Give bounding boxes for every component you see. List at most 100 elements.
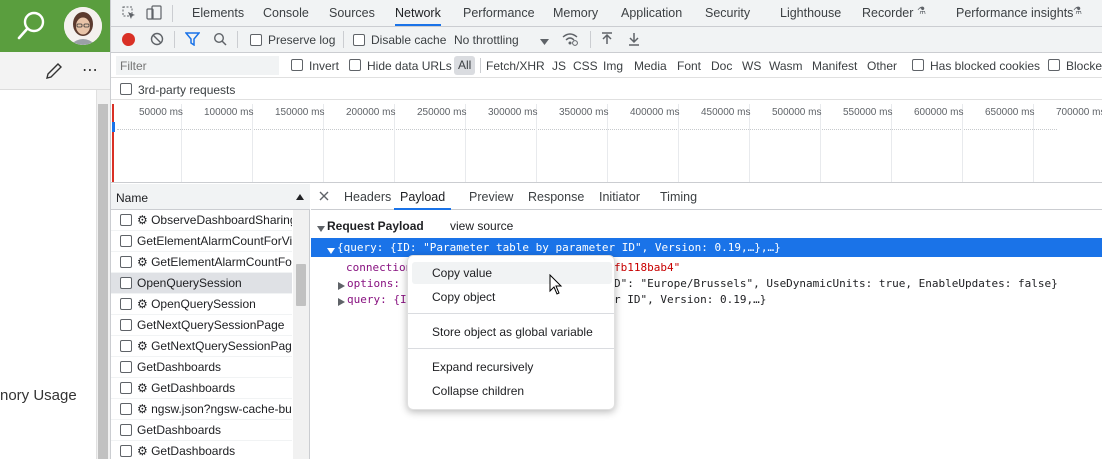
request-name: GetDashboards [137,360,222,374]
tab-security[interactable]: Security [705,0,750,26]
type-filter-css[interactable]: CSS [573,59,598,73]
request-list-scrollbar-thumb[interactable] [296,264,306,306]
type-filter-other[interactable]: Other [867,59,897,73]
timeline-tick: 250000 ms [417,107,467,118]
type-filter-ws[interactable]: WS [742,59,761,73]
type-filter-font[interactable]: Font [677,59,701,73]
sort-up-icon[interactable] [296,189,304,200]
type-filter-doc[interactable]: Doc [711,59,732,73]
payload-query-value[interactable]: r ID", Version: 0.19,…} [614,293,766,306]
triangle-down-icon[interactable] [327,244,335,254]
timeline-dotted-line [117,129,1057,130]
payload-query-key[interactable]: query: {I [347,293,407,306]
app-scrollbar-thumb[interactable] [98,104,108,459]
invert-checkbox[interactable] [291,59,303,71]
device-toolbar-icon[interactable] [146,5,162,21]
type-filter-js[interactable]: JS [552,59,566,73]
request-row[interactable]: ⚙ ngsw.json?ngsw-cache-bus [111,399,292,420]
blocked-requests-checkbox[interactable] [1048,59,1060,71]
request-row[interactable]: ⚙ GetNextQuerySessionPage [111,336,292,357]
context-menu-copy-value[interactable]: Copy value [432,266,492,280]
close-icon[interactable] [318,190,330,202]
type-filter-fetch-xhr[interactable]: Fetch/XHR [486,59,545,73]
tab-headers[interactable]: Headers [344,184,391,210]
throttling-select[interactable]: No throttling [454,33,519,47]
request-row[interactable]: ⚙ GetDashboards [111,378,292,399]
export-har-icon[interactable] [627,31,641,47]
hide-data-urls-label: Hide data URLs [367,59,452,73]
context-menu-collapse-children[interactable]: Collapse children [432,384,524,398]
has-blocked-cookies-checkbox[interactable] [912,59,924,71]
devtools-main-tabbar [111,0,1102,27]
type-filter-all[interactable]: All [454,56,476,75]
request-row[interactable]: GetElementAlarmCountForVie [111,231,292,252]
request-name: ⚙ GetElementAlarmCountFor [137,255,292,269]
request-row[interactable]: GetDashboards [111,357,292,378]
tab-initiator[interactable]: Initiator [599,184,640,210]
request-row-selected[interactable]: OpenQuerySession [111,273,292,294]
view-source-link[interactable]: view source [450,219,513,233]
context-menu-store-global[interactable]: Store object as global variable [432,325,593,339]
type-filter-manifest[interactable]: Manifest [812,59,857,73]
request-payload-title[interactable]: Request Payload [327,219,424,233]
tab-memory[interactable]: Memory [553,0,598,26]
triangle-down-icon[interactable] [317,222,325,232]
search-icon[interactable] [14,8,48,42]
request-row[interactable]: ⚙ GetDashboards [111,441,292,459]
payload-connection-value[interactable]: fb118bab4" [614,261,680,274]
tab-lighthouse[interactable]: Lighthouse [780,0,841,26]
payload-options-key[interactable]: options: [347,277,400,290]
tab-response[interactable]: Response [528,184,584,210]
request-row[interactable]: GetNextQuerySessionPage [111,315,292,336]
preserve-log-checkbox[interactable] [250,34,262,46]
request-row[interactable]: ⚙ GetElementAlarmCountFor [111,252,292,273]
request-row[interactable]: ⚙ OpenQuerySession [111,294,292,315]
tab-elements[interactable]: Elements [192,0,244,26]
tab-sources[interactable]: Sources [329,0,375,26]
user-avatar[interactable] [64,7,102,45]
context-menu-copy-object[interactable]: Copy object [432,290,495,304]
hide-data-urls-checkbox[interactable] [349,59,361,71]
tab-performance[interactable]: Performance [463,0,535,26]
more-icon[interactable]: ⋯ [82,61,102,81]
request-row[interactable]: GetDashboards [111,420,292,441]
third-party-label: 3rd-party requests [138,83,236,97]
search-icon[interactable] [213,32,227,46]
request-name: OpenQuerySession [137,276,242,290]
inspect-element-icon[interactable] [122,6,136,20]
third-party-checkbox[interactable] [120,83,132,95]
payload-options-value[interactable]: D": "Europe/Brussels", UseDynamicUnits: … [614,277,1058,290]
payload-connection-key[interactable]: connection [346,261,412,274]
tab-recorder[interactable]: Recorder [862,0,913,26]
type-filter-wasm[interactable]: Wasm [769,59,803,73]
triangle-right-icon[interactable] [338,279,345,290]
type-filter-media[interactable]: Media [634,59,667,73]
request-row[interactable]: ⚙ ObserveDashboardSharing [111,210,292,231]
name-column-header[interactable]: Name [116,191,148,205]
type-filter-img[interactable]: Img [603,59,623,73]
tab-preview[interactable]: Preview [469,184,513,210]
menu-divider [408,313,614,314]
disable-cache-checkbox[interactable] [353,34,365,46]
tab-console[interactable]: Console [263,0,309,26]
tab-application[interactable]: Application [621,0,682,26]
filter-input[interactable] [116,56,279,75]
payload-root-value[interactable]: {query: {ID: "Parameter table by paramet… [337,241,781,254]
timeline-tick: 150000 ms [275,107,325,118]
record-button[interactable] [122,33,135,46]
network-conditions-icon[interactable] [561,31,579,47]
tab-payload[interactable]: Payload [394,184,452,210]
triangle-right-icon[interactable] [338,295,345,306]
tab-performance-insights[interactable]: Performance insights [956,0,1073,26]
tab-network[interactable]: Network [395,0,441,26]
filter-icon[interactable] [184,32,201,47]
clear-icon[interactable] [150,32,164,46]
tab-timing[interactable]: Timing [660,184,697,210]
timeline-tick: 550000 ms [843,107,893,118]
pencil-icon[interactable] [44,61,64,81]
context-menu-expand-recursively[interactable]: Expand recursively [432,360,533,374]
request-list-scrollbar[interactable] [293,210,309,459]
import-har-icon[interactable] [600,31,614,47]
chevron-down-icon[interactable] [540,35,549,45]
timeline-tick: 50000 ms [139,107,183,118]
